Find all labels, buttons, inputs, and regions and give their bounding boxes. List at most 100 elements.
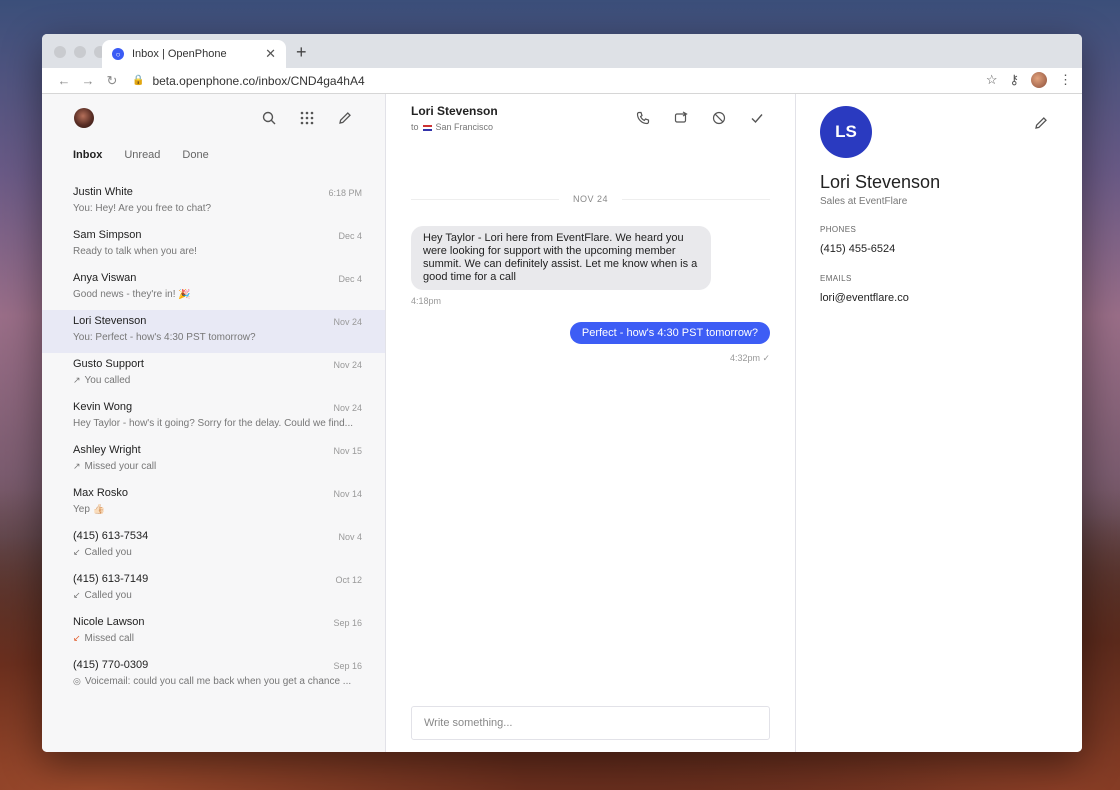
minimize-window-button[interactable]	[74, 46, 86, 58]
transfer-icon[interactable]	[673, 110, 689, 126]
conversation-item[interactable]: (415) 613-7534 Nov 4 ↙ Called you	[42, 525, 385, 568]
contact-full-name: Lori Stevenson	[820, 172, 941, 192]
conversation-item[interactable]: Justin White 6:18 PM You: Hey! Are you f…	[42, 181, 385, 224]
preview-text: Good news - they're in! 🎉	[73, 289, 191, 300]
conversation-name: Nicole Lawson	[73, 616, 145, 628]
contact-job-title: Sales at EventFlare	[820, 196, 908, 207]
more-vertical-icon[interactable]: ⋮	[1059, 72, 1072, 88]
conversation-preview: You: Hey! Are you free to chat?	[73, 203, 363, 214]
openphone-app: Inbox Unread Done Justin White 6:18 PM Y…	[42, 94, 1082, 752]
preview-text: Ready to talk when you are!	[73, 246, 197, 257]
conversation-time: Nov 4	[338, 532, 362, 542]
conversation-name: (415) 613-7149	[73, 573, 149, 585]
conversation-preview: Yep 👍🏻	[73, 504, 363, 515]
user-avatar[interactable]	[74, 108, 94, 128]
openphone-favicon-icon: ○	[112, 48, 124, 60]
close-tab-icon[interactable]: ✕	[265, 46, 276, 62]
conversation-header: Lori Stevenson to San Francisco	[411, 104, 498, 132]
preview-text: You: Hey! Are you free to chat?	[73, 203, 212, 214]
divider	[411, 198, 559, 200]
outgoing-message-bubble: Perfect - how's 4:30 PST tomorrow?	[569, 322, 770, 344]
compose-pencil-icon[interactable]	[337, 110, 353, 126]
search-icon[interactable]	[261, 110, 277, 126]
conversation-time: Dec 4	[338, 274, 362, 284]
conversation-preview: ↗ Missed your call	[73, 461, 363, 472]
back-arrow-icon[interactable]: ←	[52, 73, 76, 88]
missed-call-icon: ↙	[73, 633, 81, 643]
conversation-item-selected[interactable]: Lori Stevenson Nov 24 You: Perfect - how…	[42, 310, 385, 353]
tab-inbox[interactable]: Inbox	[73, 149, 102, 161]
conversation-item[interactable]: Nicole Lawson Sep 16 ↙ Missed call	[42, 611, 385, 654]
contact-phone[interactable]: (415) 455-6524	[820, 243, 895, 255]
tab-unread[interactable]: Unread	[124, 149, 160, 161]
browser-tab[interactable]: ○ Inbox | OpenPhone ✕	[102, 40, 286, 68]
conversation-name: (415) 613-7534	[73, 530, 149, 542]
conversation-time: Nov 15	[333, 446, 362, 456]
conversation-item[interactable]: Kevin Wong Nov 24 Hey Taylor - how's it …	[42, 396, 385, 439]
contact-name: Lori Stevenson	[411, 104, 498, 118]
contact-avatar: LS	[820, 106, 872, 158]
phone-call-icon[interactable]	[635, 110, 651, 126]
mark-done-check-icon[interactable]	[749, 110, 765, 126]
conversation-preview: ◎ Voicemail: could you call me back when …	[73, 676, 363, 687]
apps-grid-icon[interactable]	[299, 110, 315, 126]
conversation-preview: ↙ Called you	[73, 590, 363, 601]
conversation-actions	[635, 110, 765, 126]
sidebar-toolbar	[261, 110, 353, 126]
conversation-name: Ashley Wright	[73, 444, 141, 456]
conversation-name: Lori Stevenson	[73, 315, 147, 327]
incoming-call-icon: ↙	[73, 590, 81, 600]
conversation-item[interactable]: (415) 613-7149 Oct 12 ↙ Called you	[42, 568, 385, 611]
voicemail-icon: ◎	[73, 676, 81, 686]
contact-details-panel: LS Lori Stevenson Sales at EventFlare PH…	[796, 94, 1082, 752]
conversation-item[interactable]: Ashley Wright Nov 15 ↗ Missed your call	[42, 439, 385, 482]
contact-email[interactable]: lori@eventflare.co	[820, 292, 909, 304]
conversation-time: Oct 12	[335, 575, 362, 585]
conversation-preview: ↙ Called you	[73, 547, 363, 558]
conversation-name: Kevin Wong	[73, 401, 133, 413]
tab-done[interactable]: Done	[182, 149, 208, 161]
conversation-time: Nov 14	[333, 489, 362, 499]
conversation-time: Nov 24	[333, 317, 362, 327]
conversation-item[interactable]: Max Rosko Nov 14 Yep 👍🏻	[42, 482, 385, 525]
emails-section-label: EMAILS	[820, 274, 852, 283]
conversation-item[interactable]: Anya Viswan Dec 4 Good news - they're in…	[42, 267, 385, 310]
forward-arrow-icon[interactable]: →	[76, 73, 100, 88]
divider	[622, 198, 771, 200]
preview-text: You: Perfect - how's 4:30 PST tomorrow?	[73, 332, 256, 343]
conversation-time: 6:18 PM	[328, 188, 362, 198]
reload-icon[interactable]: ↻	[100, 73, 124, 89]
preview-text: Missed your call	[84, 461, 157, 472]
incoming-call-icon: ↙	[73, 547, 81, 557]
outgoing-call-icon: ↗	[73, 461, 81, 471]
key-icon[interactable]: ⚷	[1009, 72, 1019, 88]
conversation-time: Sep 16	[333, 618, 362, 628]
conversation-preview: ↙ Missed call	[73, 633, 363, 644]
browser-actions: ☆ ⚷ ⋮	[986, 72, 1072, 88]
inbox-filter-tabs: Inbox Unread Done	[42, 149, 385, 161]
lock-icon: 🔒	[132, 75, 145, 86]
date-label: NOV 24	[573, 194, 609, 204]
conversation-list: Justin White 6:18 PM You: Hey! Are you f…	[42, 181, 385, 697]
preview-text: Missed call	[84, 633, 135, 644]
preview-text: Voicemail: could you call me back when y…	[84, 676, 352, 687]
outgoing-call-icon: ↗	[73, 375, 81, 385]
edit-pencil-icon[interactable]	[1034, 116, 1048, 135]
close-window-button[interactable]	[54, 46, 66, 58]
url-field[interactable]: 🔒 beta.openphone.co/inbox/CND4ga4hA4	[132, 74, 365, 88]
conversation-item[interactable]: Gusto Support Nov 24 ↗ You called	[42, 353, 385, 396]
conversation-item[interactable]: (415) 770-0309 Sep 16 ◎ Voicemail: could …	[42, 654, 385, 697]
profile-avatar[interactable]	[1031, 72, 1047, 88]
phones-section-label: PHONES	[820, 225, 857, 234]
bookmark-star-icon[interactable]: ☆	[986, 72, 998, 88]
new-tab-icon[interactable]: +	[296, 42, 307, 63]
contact-location: to San Francisco	[411, 122, 498, 132]
preview-text: Called you	[84, 547, 132, 558]
browser-window: ○ Inbox | OpenPhone ✕ + ← → ↻ 🔒 beta.ope…	[42, 34, 1082, 752]
message-compose-input[interactable]: Write something...	[411, 706, 770, 740]
window-controls	[54, 46, 106, 58]
block-icon[interactable]	[711, 110, 727, 126]
conversation-item[interactable]: Sam Simpson Dec 4 Ready to talk when you…	[42, 224, 385, 267]
incoming-message-time: 4:18pm	[411, 296, 442, 306]
conversation-time: Sep 16	[333, 661, 362, 671]
